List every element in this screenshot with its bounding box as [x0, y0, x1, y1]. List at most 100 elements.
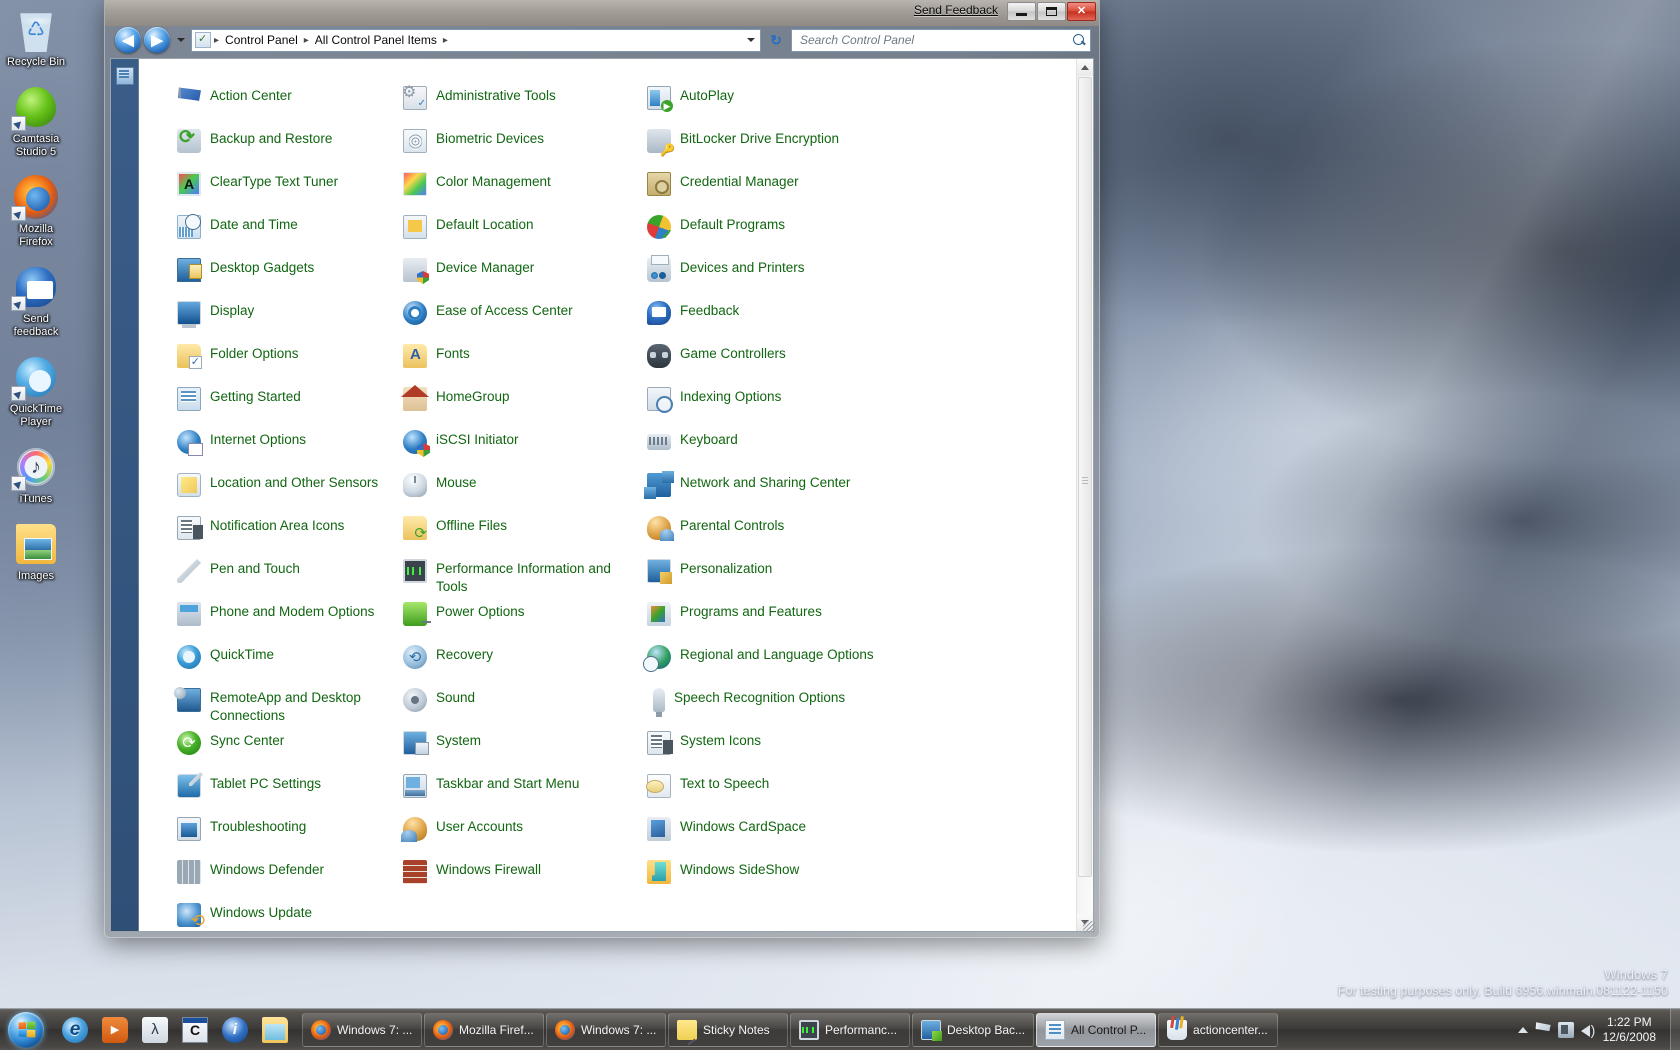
search-input[interactable]: Search Control Panel — [800, 33, 1073, 47]
control-panel-item-bitlocker-drive-encryption[interactable]: BitLocker Drive Encryption — [647, 126, 1093, 169]
scrollbar-thumb[interactable] — [1078, 77, 1092, 877]
control-panel-item-recovery[interactable]: Recovery — [403, 642, 647, 685]
taskbar-window-button[interactable]: actioncenter... — [1158, 1012, 1279, 1047]
control-panel-item-location-and-other-sensors[interactable]: Location and Other Sensors — [177, 470, 403, 513]
control-panel-item-action-center[interactable]: Action Center — [177, 83, 403, 126]
control-panel-item-sound[interactable]: Sound — [403, 685, 647, 728]
control-panel-item-color-management[interactable]: Color Management — [403, 169, 647, 212]
start-button[interactable] — [2, 1010, 50, 1050]
maximize-button[interactable] — [1037, 2, 1066, 21]
control-panel-item-homegroup[interactable]: HomeGroup — [403, 384, 647, 427]
control-panel-item-device-manager[interactable]: Device Manager — [403, 255, 647, 298]
control-panel-item-regional-and-language-options[interactable]: Regional and Language Options — [643, 642, 1093, 685]
control-panel-item-tablet-pc-settings[interactable]: Tablet PC Settings — [177, 771, 403, 814]
control-panel-item-biometric-devices[interactable]: Biometric Devices — [403, 126, 647, 169]
back-button[interactable]: ◀ — [115, 27, 141, 53]
control-panel-item-system-icons[interactable]: System Icons — [647, 728, 1093, 771]
control-panel-item-windows-update[interactable]: Windows Update — [177, 900, 403, 931]
taskbar-window-button[interactable]: Windows 7: ... — [302, 1012, 422, 1047]
send-feedback-link[interactable]: Send Feedback — [914, 3, 998, 17]
control-panel-item-devices-and-printers[interactable]: Devices and Printers — [647, 255, 1093, 298]
control-panel-item-date-and-time[interactable]: Date and Time — [177, 212, 403, 255]
control-panel-item-sync-center[interactable]: Sync Center — [177, 728, 403, 771]
breadcrumb-all-control-panel-items[interactable]: All Control Panel Items — [312, 31, 440, 49]
control-panel-item-windows-defender[interactable]: Windows Defender — [177, 857, 403, 900]
control-panel-item-iscsi-initiator[interactable]: iSCSI Initiator — [403, 427, 647, 470]
control-panel-item-indexing-options[interactable]: Indexing Options — [647, 384, 1093, 427]
volume-icon[interactable] — [1580, 1022, 1595, 1038]
scroll-up-button[interactable] — [1077, 59, 1093, 76]
control-panel-item-notification-area-icons[interactable]: Notification Area Icons — [177, 513, 403, 556]
network-icon[interactable] — [1557, 1021, 1574, 1038]
control-panel-item-default-location[interactable]: Default Location — [403, 212, 647, 255]
control-panel-item-system[interactable]: System — [403, 728, 647, 771]
control-panel-item-display[interactable]: Display — [177, 298, 403, 341]
quick-launch-info-tool[interactable] — [216, 1012, 254, 1048]
address-dropdown-button[interactable] — [744, 30, 758, 51]
control-panel-item-remoteapp-and-desktop-connections[interactable]: RemoteApp and Desktop Connections — [174, 685, 403, 728]
breadcrumb-control-panel[interactable]: Control Panel — [222, 31, 301, 49]
close-button[interactable]: ✕ — [1067, 2, 1096, 21]
quick-launch-camtasia-recorder[interactable] — [176, 1012, 214, 1048]
navigation-pane[interactable] — [111, 59, 139, 931]
desktop-icon-images[interactable]: Images — [0, 520, 72, 583]
desktop-icon-itunes[interactable]: iTunes — [0, 443, 72, 506]
control-panel-item-troubleshooting[interactable]: Troubleshooting — [177, 814, 403, 857]
vertical-scrollbar[interactable] — [1076, 59, 1093, 931]
desktop-icon-send-feedback[interactable]: Send feedback — [0, 263, 72, 339]
control-panel-item-default-programs[interactable]: Default Programs — [647, 212, 1093, 255]
control-panel-item-backup-and-restore[interactable]: Backup and Restore — [177, 126, 403, 169]
desktop-icon-recycle-bin[interactable]: Recycle Bin — [0, 6, 72, 69]
taskbar-window-button[interactable]: Windows 7: ... — [546, 1012, 666, 1047]
control-panel-home-icon[interactable] — [115, 67, 134, 85]
search-box[interactable]: Search Control Panel — [791, 28, 1091, 52]
taskbar-window-button[interactable]: Mozilla Firef... — [424, 1012, 544, 1047]
control-panel-item-performance-information-and-tools[interactable]: Performance Information and Tools — [403, 556, 647, 599]
quick-launch-lambda-app[interactable] — [136, 1012, 174, 1048]
minimize-button[interactable] — [1007, 2, 1036, 21]
desktop-icon-camtasia-studio[interactable]: Camtasia Studio 5 — [0, 83, 72, 159]
window-titlebar[interactable]: Send Feedback ✕ — [105, 0, 1099, 26]
quick-launch-internet-explorer[interactable] — [56, 1012, 94, 1048]
address-bar[interactable]: ▸ Control Panel ▸ All Control Panel Item… — [191, 28, 761, 52]
control-panel-item-desktop-gadgets[interactable]: Desktop Gadgets — [177, 255, 403, 298]
control-panel-item-administrative-tools[interactable]: Administrative Tools — [402, 82, 647, 126]
taskbar-window-button[interactable]: All Control P... — [1036, 1012, 1157, 1047]
control-panel-item-power-options[interactable]: Power Options — [403, 599, 647, 642]
control-panel-item-phone-and-modem-options[interactable]: Phone and Modem Options — [177, 599, 403, 642]
control-panel-item-feedback[interactable]: Feedback — [647, 298, 1093, 341]
taskbar-window-button[interactable]: Performanc... — [790, 1012, 910, 1047]
control-panel-item-keyboard[interactable]: Keyboard — [647, 427, 1093, 470]
window-resize-grip[interactable] — [1083, 921, 1095, 933]
taskbar-window-button[interactable]: Sticky Notes — [668, 1012, 788, 1047]
control-panel-item-internet-options[interactable]: Internet Options — [177, 427, 403, 470]
forward-button[interactable]: ▶ — [144, 27, 170, 53]
refresh-button[interactable]: ↻ — [766, 29, 786, 52]
control-panel-item-windows-firewall[interactable]: Windows Firewall — [403, 857, 647, 900]
show-desktop-button[interactable] — [1670, 1008, 1680, 1050]
control-panel-item-mouse[interactable]: Mouse — [403, 470, 647, 513]
control-panel-item-parental-controls[interactable]: Parental Controls — [647, 513, 1093, 556]
control-panel-item-quicktime[interactable]: QuickTime — [177, 642, 403, 685]
action-center-flag-icon[interactable] — [1535, 1022, 1551, 1032]
control-panel-item-offline-files[interactable]: Offline Files — [403, 513, 647, 556]
control-panel-item-autoplay[interactable]: AutoPlay — [647, 83, 1093, 126]
show-hidden-icons-button[interactable] — [1517, 1026, 1528, 1033]
control-panel-item-ease-of-access-center[interactable]: Ease of Access Center — [403, 298, 647, 341]
control-panel-item-user-accounts[interactable]: User Accounts — [401, 814, 647, 857]
control-panel-item-pen-and-touch[interactable]: Pen and Touch — [177, 556, 403, 599]
quick-launch-windows-explorer[interactable] — [256, 1012, 294, 1048]
control-panel-item-speech-recognition-options[interactable]: Speech Recognition Options — [647, 685, 1093, 728]
control-panel-item-folder-options[interactable]: Folder Options — [177, 341, 403, 384]
control-panel-item-credential-manager[interactable]: Credential Manager — [647, 169, 1093, 212]
control-panel-item-personalization[interactable]: Personalization — [647, 556, 1093, 599]
desktop-icon-quicktime-player[interactable]: QuickTime Player — [0, 353, 72, 429]
control-panel-item-cleartype-text-tuner[interactable]: ClearType Text Tuner — [177, 169, 403, 212]
control-panel-item-windows-sideshow[interactable]: Windows SideShow — [647, 857, 1093, 900]
recent-pages-dropdown[interactable] — [175, 27, 186, 53]
taskbar-window-button[interactable]: Desktop Bac... — [912, 1012, 1035, 1047]
control-panel-item-network-and-sharing-center[interactable]: Network and Sharing Center — [644, 470, 1093, 513]
quick-launch-windows-media-player[interactable] — [96, 1012, 134, 1048]
control-panel-item-windows-cardspace[interactable]: Windows CardSpace — [647, 814, 1093, 857]
control-panel-item-text-to-speech[interactable]: Text to Speech — [646, 771, 1093, 814]
